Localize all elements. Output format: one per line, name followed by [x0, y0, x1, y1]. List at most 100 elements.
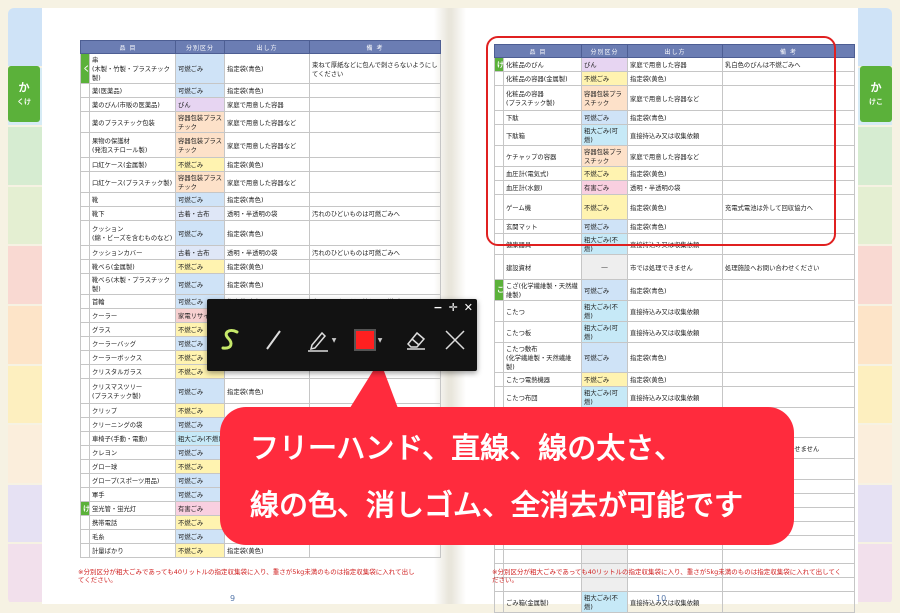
freehand-button[interactable] [217, 325, 245, 355]
table-row: ここざ(化学繊維製・天然繊維製) 可燃ごみ 指定袋(青色) [494, 279, 856, 301]
method-cell: 指定袋(黄色) [224, 259, 311, 274]
header-note: 備 考 [309, 40, 442, 54]
kana-spacer-cell [80, 403, 90, 418]
note-cell [722, 300, 856, 322]
index-tab-ka-right[interactable]: か けこ [860, 66, 892, 122]
drawing-toolbar[interactable]: − ✛ ✕ ▼ ▼ [207, 299, 477, 371]
item-cell: グロー球 [88, 459, 177, 474]
table-row: 薬のびん(市販の医薬品) びん 家庭で用意した容器 [80, 97, 442, 112]
kana-spacer-cell [80, 350, 90, 365]
item-cell: 蛍光管・蛍光灯 [88, 501, 177, 516]
kana-spacer-cell [494, 321, 504, 343]
note-cell [722, 279, 856, 301]
item-cell: 毛糸 [88, 529, 177, 544]
header-category: 分別区分 [175, 40, 226, 54]
item-cell: こたつ布団 [502, 386, 583, 408]
note-cell [309, 83, 442, 98]
kana-spacer-cell [80, 206, 90, 221]
kana-spacer-cell [80, 322, 90, 337]
note-cell [309, 220, 442, 246]
note-cell [722, 549, 856, 564]
footnote: ※分別区分が粗大ごみであっても40リットルの指定収集袋に入り、重さが5kg未満の… [492, 568, 842, 584]
note-cell [309, 97, 442, 112]
note-cell: 処理施設へお問い合わせください [722, 254, 856, 280]
table-row: 口紅ケース(金属製) 不燃ごみ 指定袋(黄色) [80, 157, 442, 172]
clear-all-button[interactable] [441, 325, 469, 355]
item-cell: 車椅子(手動・電動) [88, 431, 177, 446]
method-cell: 指定袋(青色) [224, 273, 311, 295]
close-button[interactable]: ✕ [464, 301, 473, 314]
item-cell: 靴 [88, 192, 177, 207]
category-cell: 可燃ごみ [175, 378, 226, 404]
item-cell: グラス [88, 322, 177, 337]
table-row: こたつ電熱機器 不燃ごみ 指定袋(黄色) [494, 372, 856, 387]
index-tab-ka-left[interactable]: か くけ [8, 66, 40, 122]
item-cell: こざ(化学繊維製・天然繊維製) [502, 279, 583, 301]
item-cell: 軍手 [88, 487, 177, 502]
kana-spacer-cell [494, 549, 504, 564]
category-cell: 粗大ごみ(不燃) [581, 591, 629, 613]
note-cell [309, 111, 442, 133]
method-cell: 指定袋(青色) [627, 342, 724, 373]
method-cell [627, 549, 724, 564]
item-cell: クリーニングの袋 [88, 417, 177, 432]
move-handle[interactable]: ✛ [449, 301, 458, 314]
note-cell [309, 543, 442, 558]
eraser-button[interactable] [402, 325, 430, 355]
freehand-highlight-annotation [486, 36, 836, 246]
table-row: 果物の保護材 (発泡スチロール製) 容器包装プラスチック 家庭で用意した容器など [80, 132, 442, 158]
kana-spacer-cell [80, 245, 90, 260]
table-row: く串 (木製・竹製・プラスチック製) 可燃ごみ 指定袋(青色) 束ねて厚紙などに包んで… [80, 53, 442, 84]
item-cell: 薬(医薬品) [88, 83, 177, 98]
item-cell: クッションカバー [88, 245, 177, 260]
kana-spacer-cell [80, 192, 90, 207]
item-cell: クレヨン [88, 445, 177, 460]
method-cell: 家庭で用意した容器など [224, 111, 311, 133]
item-cell: グローブ(スポーツ用品) [88, 473, 177, 488]
table-row: 薬のプラスチック包装 容器包装プラスチック 家庭で用意した容器など [80, 111, 442, 133]
method-cell: 直接持込み又は収集依頼 [627, 591, 724, 613]
category-cell: 可燃ごみ [175, 529, 226, 544]
color-picker-button[interactable]: ▼ [350, 325, 386, 355]
eraser-icon [406, 331, 426, 350]
category-cell: 可燃ごみ [581, 279, 629, 301]
item-cell: クーラー [88, 308, 177, 323]
kana-spacer-cell [80, 529, 90, 544]
item-cell: 靴べら(木製・プラスチック製) [88, 273, 177, 295]
header-item: 品 目 [79, 40, 177, 54]
category-cell [581, 549, 629, 564]
note-cell [309, 192, 442, 207]
table-row: 靴下 古着・古布 透明・半透明の袋 汚れのひどいものは可燃ごみへ [80, 206, 442, 221]
chevron-down-icon: ▼ [331, 336, 337, 344]
note-cell [722, 591, 856, 613]
table-row: こたつ敷布 (化学繊維製・天然繊維製) 可燃ごみ 指定袋(青色) [494, 342, 856, 373]
category-cell: 古着・古布 [175, 245, 226, 260]
method-cell: 指定袋(青色) [224, 83, 311, 98]
kana-spacer-cell [80, 543, 90, 558]
method-cell: 指定袋(青色) [224, 378, 311, 404]
note-cell [309, 259, 442, 274]
table-row: こたつ 粗大ごみ(不燃) 直接持込み又は収集依頼 [494, 300, 856, 322]
category-cell: 粗大ごみ(可燃) [581, 321, 629, 343]
method-cell: 指定袋(青色) [224, 192, 311, 207]
line-button[interactable] [259, 325, 287, 355]
category-cell: 可燃ごみ [175, 273, 226, 295]
kana-spacer-cell [80, 132, 90, 158]
item-cell: クリスマスツリー (プラスチック製) [88, 378, 177, 404]
category-cell: 粗大ごみ(可燃) [581, 386, 629, 408]
pen-width-button[interactable]: ▼ [303, 325, 339, 355]
kana-spacer-cell [80, 308, 90, 323]
kana-spacer-cell [80, 364, 90, 379]
table-row: 口紅ケース(プラスチック製) 容器包装プラスチック 家庭で用意した容器など [80, 171, 442, 193]
item-cell: クリップ [88, 403, 177, 418]
item-cell: こたつ敷布 (化学繊維製・天然繊維製) [502, 342, 583, 373]
method-cell: 家庭で用意した容器など [224, 132, 311, 158]
category-cell: 不燃ごみ [175, 157, 226, 172]
minimize-button[interactable]: − [433, 301, 442, 314]
table-row: こたつ板 粗大ごみ(可燃) 直接持込み又は収集依頼 [494, 321, 856, 343]
category-cell: びん [175, 97, 226, 112]
note-cell [722, 386, 856, 408]
pen-width-icon [307, 331, 328, 352]
table-row: 建設資材 ― 市では処理できません 処理施設へお問い合わせください [494, 254, 856, 280]
note-cell [309, 157, 442, 172]
